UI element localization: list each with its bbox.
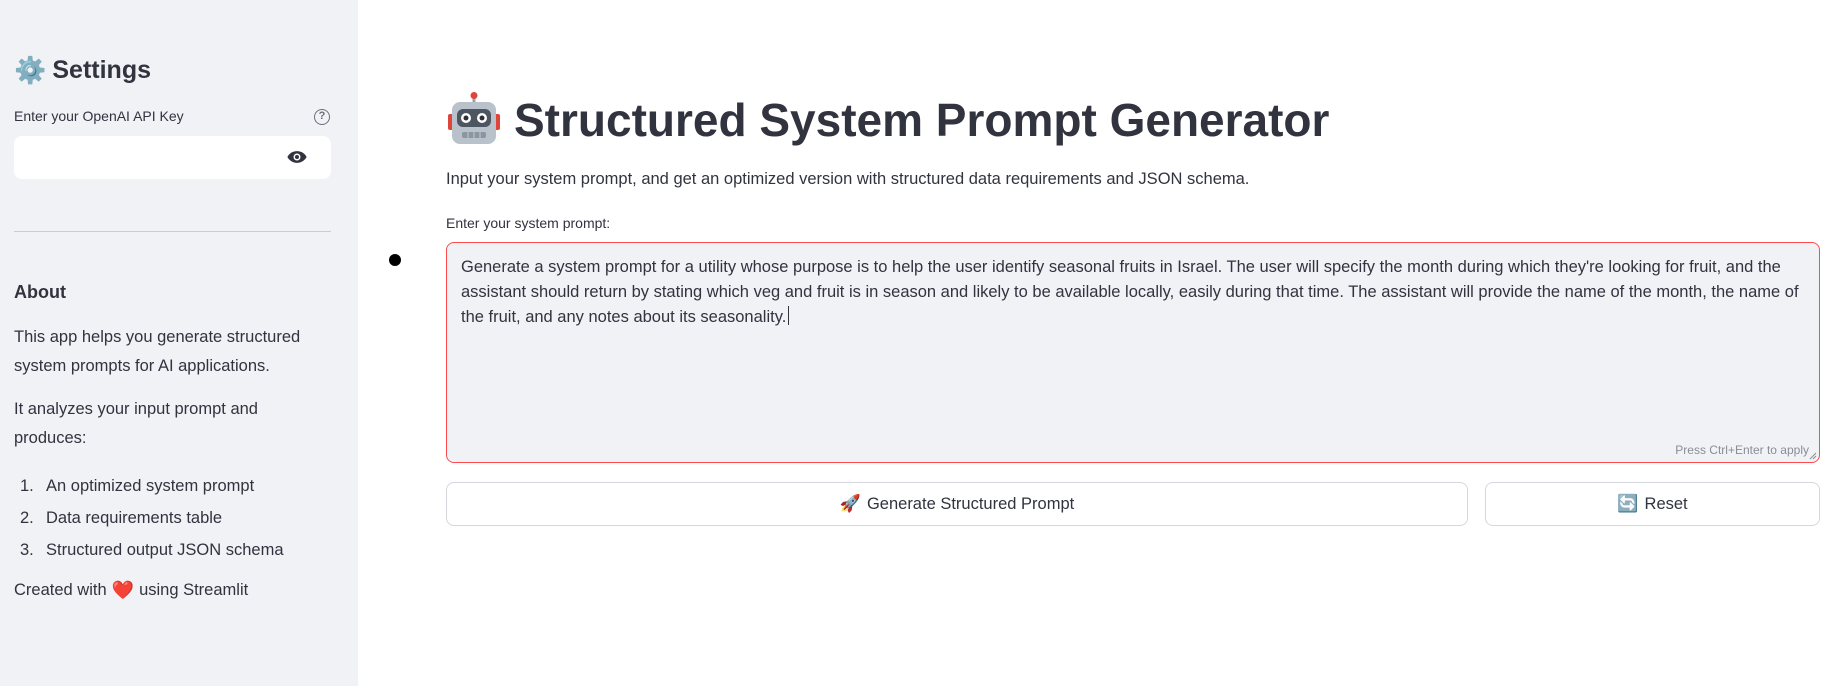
refresh-icon: 🔄 bbox=[1617, 494, 1639, 513]
about-paragraph: This app helps you generate structured s… bbox=[14, 328, 301, 375]
apply-hint: Press Ctrl+Enter to apply bbox=[1675, 443, 1809, 457]
reset-button[interactable]: 🔄 Reset bbox=[1485, 482, 1820, 526]
resize-handle-icon[interactable] bbox=[1809, 452, 1817, 460]
system-prompt-text[interactable]: Generate a system prompt for a utility w… bbox=[461, 255, 1805, 330]
page-title: Structured System Prompt Generator bbox=[446, 90, 1329, 150]
sidebar-divider bbox=[14, 231, 331, 232]
gear-icon: ⚙️ bbox=[14, 55, 47, 85]
prompt-label: Enter your system prompt: bbox=[446, 215, 611, 231]
list-item: 3. Structured output JSON schema bbox=[20, 541, 284, 559]
heart-icon: ❤️ bbox=[111, 580, 135, 600]
about-paragraph: It analyzes your input prompt and produc… bbox=[14, 400, 258, 447]
sidebar-title-text: Settings bbox=[52, 56, 151, 84]
list-item: 2. Data requirements table bbox=[20, 509, 223, 527]
text-caret bbox=[788, 306, 790, 325]
api-key-label: Enter your OpenAI API Key bbox=[14, 108, 184, 124]
cursor-indicator bbox=[389, 254, 401, 266]
created-with-note: Created with ❤️ using Streamlit bbox=[14, 580, 249, 600]
show-password-eye-icon[interactable] bbox=[287, 150, 307, 164]
generate-structured-prompt-button[interactable]: 🚀 Generate Structured Prompt bbox=[446, 482, 1468, 526]
page-subtitle: Input your system prompt, and get an opt… bbox=[446, 170, 1250, 188]
api-key-input[interactable] bbox=[14, 136, 284, 179]
list-item: 1. An optimized system prompt bbox=[20, 477, 255, 495]
system-prompt-textarea[interactable]: Generate a system prompt for a utility w… bbox=[446, 242, 1820, 463]
sidebar: ⚙️ Settings Enter your OpenAI API Key ? … bbox=[0, 0, 358, 686]
help-icon[interactable]: ? bbox=[314, 109, 330, 125]
robot-icon bbox=[448, 92, 500, 144]
sidebar-title: ⚙️ Settings bbox=[14, 54, 151, 86]
rocket-icon: 🚀 bbox=[839, 494, 861, 513]
about-heading: About bbox=[14, 282, 66, 302]
api-key-field bbox=[14, 136, 331, 179]
about-feature-list: 1. An optimized system prompt 2. Data re… bbox=[14, 470, 284, 566]
page-title-text: Structured System Prompt Generator bbox=[514, 94, 1330, 146]
